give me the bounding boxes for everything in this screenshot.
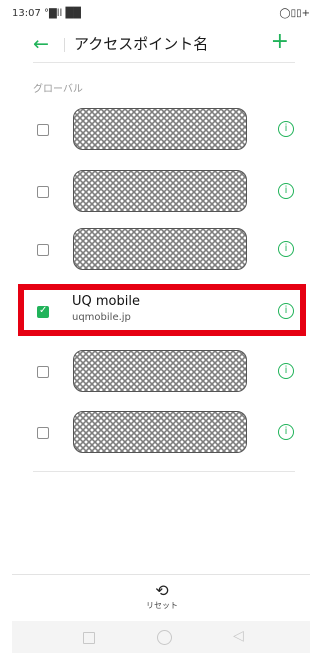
home-icon[interactable] bbox=[157, 630, 172, 645]
info-icon[interactable]: i bbox=[278, 363, 294, 379]
status-icons: ◯▯▯+ bbox=[279, 8, 310, 19]
apn-checkbox[interactable] bbox=[37, 186, 49, 198]
back-triangle-icon[interactable]: ◁ bbox=[233, 628, 244, 644]
section-label: グローバル bbox=[33, 84, 83, 95]
apn-row[interactable]: i bbox=[0, 170, 322, 216]
status-bar: 13:07 °▇ll ██ ◯▯▯+ bbox=[0, 0, 322, 26]
redacted-apn-name bbox=[73, 350, 247, 392]
add-apn-icon[interactable]: + bbox=[271, 30, 289, 54]
list-bottom-divider bbox=[33, 471, 295, 472]
redacted-apn-name bbox=[73, 228, 247, 270]
redacted-apn-name bbox=[73, 170, 247, 212]
apn-row[interactable]: i bbox=[0, 108, 322, 154]
refresh-icon: ⟲ bbox=[155, 581, 169, 600]
info-icon[interactable]: i bbox=[278, 241, 294, 257]
recent-apps-icon[interactable] bbox=[83, 632, 95, 644]
selection-highlight-box bbox=[18, 284, 306, 336]
info-icon[interactable]: i bbox=[278, 183, 294, 199]
page-title: アクセスポイント名 bbox=[74, 35, 209, 53]
reset-button[interactable]: ⟲ リセット bbox=[140, 582, 184, 612]
header-divider bbox=[64, 38, 65, 52]
apn-row[interactable]: i bbox=[0, 350, 322, 396]
info-icon[interactable]: i bbox=[278, 424, 294, 440]
system-navigation-bar: ◁ bbox=[12, 621, 310, 653]
redacted-apn-name bbox=[73, 411, 247, 453]
status-time: 13:07 °▇ll ██ bbox=[12, 8, 81, 19]
apn-checkbox[interactable] bbox=[37, 427, 49, 439]
footer-divider bbox=[12, 574, 310, 575]
app-header: ← アクセスポイント名 + bbox=[0, 28, 322, 64]
apn-row[interactable]: i bbox=[0, 411, 322, 457]
redacted-apn-name bbox=[73, 108, 247, 150]
apn-checkbox[interactable] bbox=[37, 124, 49, 136]
apn-row[interactable]: i bbox=[0, 228, 322, 274]
header-underline bbox=[33, 62, 295, 63]
apn-checkbox[interactable] bbox=[37, 244, 49, 256]
back-arrow-icon[interactable]: ← bbox=[33, 32, 49, 56]
info-icon[interactable]: i bbox=[278, 121, 294, 137]
reset-label: リセット bbox=[146, 601, 178, 610]
apn-checkbox[interactable] bbox=[37, 366, 49, 378]
